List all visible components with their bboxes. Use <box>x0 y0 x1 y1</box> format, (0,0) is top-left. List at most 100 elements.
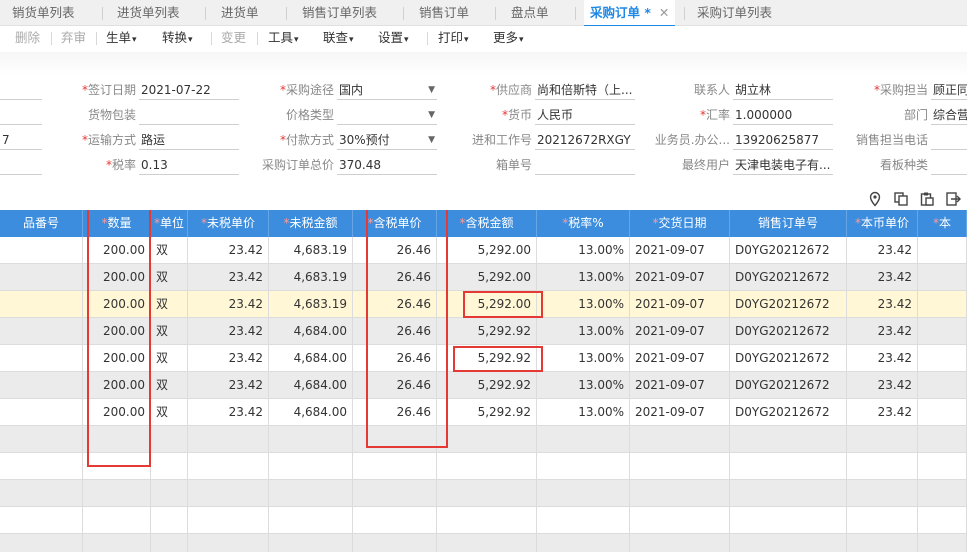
cell-taxrate[interactable] <box>537 534 630 552</box>
cell-price_in[interactable]: 26.46 <box>353 237 437 263</box>
cell-delivery[interactable]: 2021-09-07 <box>630 291 730 317</box>
cell-extra[interactable] <box>918 372 967 398</box>
cell-taxrate[interactable] <box>537 507 630 533</box>
column-header-local_price[interactable]: *本币单价 <box>847 210 918 237</box>
cell-taxrate[interactable] <box>537 426 630 452</box>
cell-amount_ex[interactable]: 4,684.00 <box>269 399 353 425</box>
cell-partno[interactable] <box>0 318 83 344</box>
cell-price_ex[interactable] <box>188 534 269 552</box>
table-row[interactable]: 200.00 双 23.42 4,683.19 26.46 5,292.00 13.00% 2… <box>0 291 967 318</box>
supplier-field[interactable]: 尚和倍斯特（上... <box>535 80 635 100</box>
tab-purchase-order[interactable]: 采购订单 * ✕ <box>584 0 676 27</box>
cell-partno[interactable] <box>0 453 83 479</box>
cell-price_in[interactable]: 26.46 <box>353 264 437 290</box>
packaging-field[interactable] <box>139 105 239 125</box>
delete-button[interactable]: 删除 <box>15 26 40 50</box>
cell-unit[interactable]: 双 <box>151 291 188 317</box>
cell-amount_ex[interactable] <box>269 426 353 452</box>
cell-qty[interactable] <box>83 480 151 506</box>
cell-amount_in[interactable]: 5,292.00 <box>437 291 537 317</box>
cell-sono[interactable] <box>730 453 847 479</box>
column-header-price_in[interactable]: *含税单价 <box>353 210 437 237</box>
cell-delivery[interactable]: 2021-09-07 <box>630 237 730 263</box>
cell-price_in[interactable] <box>353 534 437 552</box>
cell-price_ex[interactable] <box>188 507 269 533</box>
payment-select[interactable]: 30%预付 ▼ <box>337 130 437 150</box>
tab-stocktake[interactable]: 盘点单 <box>511 0 549 26</box>
cell-qty[interactable]: 200.00 <box>83 264 151 290</box>
contact-field[interactable]: 胡立林 <box>733 80 833 100</box>
empty-table-row[interactable] <box>0 534 967 552</box>
end-user-field[interactable]: 天津电装电子有... <box>733 155 833 175</box>
cell-amount_ex[interactable]: 4,683.19 <box>269 237 353 263</box>
generate-order-button[interactable]: 生单▾ <box>106 26 137 50</box>
copy-icon[interactable] <box>893 191 909 207</box>
cell-amount_ex[interactable]: 4,684.00 <box>269 345 353 371</box>
cell-unit[interactable] <box>151 507 188 533</box>
cell-amount_in[interactable]: 5,292.00 <box>437 237 537 263</box>
cell-delivery[interactable] <box>630 534 730 552</box>
left-partial-field[interactable] <box>0 80 42 100</box>
settings-button[interactable]: 设置▾ <box>378 26 409 50</box>
cell-qty[interactable]: 200.00 <box>83 372 151 398</box>
cell-sono[interactable] <box>730 480 847 506</box>
cell-price_in[interactable]: 26.46 <box>353 291 437 317</box>
cell-amount_ex[interactable] <box>269 534 353 552</box>
cell-price_in[interactable] <box>353 480 437 506</box>
table-row[interactable]: 200.00 双 23.42 4,684.00 26.46 5,292.92 13.00% 2… <box>0 345 967 372</box>
cell-qty[interactable] <box>83 426 151 452</box>
cell-local_price[interactable]: 23.42 <box>847 264 918 290</box>
cell-partno[interactable] <box>0 264 83 290</box>
tab-sales-order-list[interactable]: 销售订单列表 <box>302 0 377 26</box>
column-header-unit[interactable]: *单位 <box>151 210 188 237</box>
cell-local_price[interactable] <box>847 453 918 479</box>
cell-sono[interactable]: D0YG20212672 <box>730 318 847 344</box>
box-no-field[interactable] <box>535 155 635 175</box>
cell-delivery[interactable]: 2021-09-07 <box>630 318 730 344</box>
sign-date-field[interactable]: 2021-07-22 <box>139 80 239 100</box>
cell-sono[interactable]: D0YG20212672 <box>730 345 847 371</box>
table-row[interactable]: 200.00 双 23.42 4,684.00 26.46 5,292.92 13.00% 2… <box>0 318 967 345</box>
cell-partno[interactable] <box>0 534 83 552</box>
cell-price_in[interactable]: 26.46 <box>353 399 437 425</box>
cell-extra[interactable] <box>918 399 967 425</box>
abandon-review-button[interactable]: 弃审 <box>61 26 86 50</box>
change-button[interactable]: 变更 <box>221 26 246 50</box>
cell-local_price[interactable] <box>847 426 918 452</box>
cell-local_price[interactable] <box>847 507 918 533</box>
tab-purchase-receipt-list[interactable]: 进货单列表 <box>117 0 180 26</box>
cell-partno[interactable] <box>0 399 83 425</box>
export-icon[interactable] <box>945 191 961 207</box>
cell-local_price[interactable]: 23.42 <box>847 318 918 344</box>
cell-partno[interactable] <box>0 480 83 506</box>
cell-extra[interactable] <box>918 534 967 552</box>
cell-sono[interactable]: D0YG20212672 <box>730 372 847 398</box>
cell-qty[interactable]: 200.00 <box>83 318 151 344</box>
shipping-field[interactable]: 路运 <box>139 130 239 150</box>
left-partial-field[interactable] <box>0 105 42 125</box>
cell-extra[interactable] <box>918 426 967 452</box>
cell-taxrate[interactable]: 13.00% <box>537 345 630 371</box>
cell-unit[interactable]: 双 <box>151 264 188 290</box>
cell-price_ex[interactable] <box>188 426 269 452</box>
cell-delivery[interactable] <box>630 480 730 506</box>
cell-amount_in[interactable] <box>437 480 537 506</box>
cell-taxrate[interactable]: 13.00% <box>537 291 630 317</box>
convert-button[interactable]: 转换▾ <box>162 26 193 50</box>
work-no-field[interactable]: 20212672RXGY <box>535 130 635 150</box>
table-row[interactable]: 200.00 双 23.42 4,684.00 26.46 5,292.92 13.00% 2… <box>0 372 967 399</box>
cell-amount_in[interactable] <box>437 534 537 552</box>
column-header-partno[interactable]: 品番号 <box>0 210 83 237</box>
cell-partno[interactable] <box>0 426 83 452</box>
cell-delivery[interactable]: 2021-09-07 <box>630 345 730 371</box>
cell-price_ex[interactable] <box>188 480 269 506</box>
cell-amount_ex[interactable]: 4,684.00 <box>269 372 353 398</box>
cell-extra[interactable] <box>918 345 967 371</box>
cell-price_in[interactable] <box>353 507 437 533</box>
cell-delivery[interactable]: 2021-09-07 <box>630 399 730 425</box>
cell-qty[interactable] <box>83 453 151 479</box>
department-field[interactable]: 综合营 <box>931 105 967 125</box>
cell-qty[interactable]: 200.00 <box>83 291 151 317</box>
cell-unit[interactable] <box>151 480 188 506</box>
cell-price_in[interactable]: 26.46 <box>353 345 437 371</box>
